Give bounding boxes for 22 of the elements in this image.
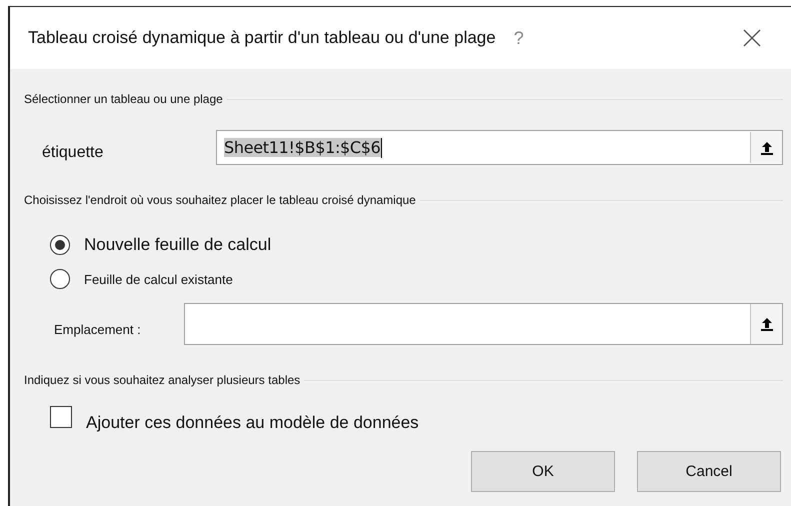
- section-heading: Sélectionner un tableau ou une plage: [24, 92, 223, 106]
- help-button[interactable]: ?: [514, 28, 524, 48]
- collapse-button[interactable]: [750, 132, 782, 163]
- field-label: étiquette: [41, 142, 104, 162]
- field-label: Emplacement :: [53, 322, 142, 339]
- radio-button[interactable]: [50, 235, 70, 255]
- collapse-button[interactable]: [750, 304, 782, 344]
- checkbox-label: Ajouter ces données au modèle de données: [86, 412, 419, 433]
- section-heading: Choisissez l'endroit où vous souhaitez placer le tableau croisé dynamique: [24, 193, 416, 207]
- radio-button[interactable]: [50, 269, 70, 289]
- checkbox[interactable]: [50, 406, 72, 428]
- cancel-button[interactable]: Cancel: [637, 451, 781, 492]
- section-heading: Indiquez si vous souhaitez analyser plusieurs tables: [24, 373, 300, 387]
- ok-button[interactable]: OK: [471, 451, 615, 492]
- upload-arrow-icon: [760, 140, 772, 154]
- location-field[interactable]: [184, 303, 783, 345]
- upload-arrow-icon: [760, 317, 772, 331]
- close-button[interactable]: [743, 29, 761, 47]
- radio-label: Nouvelle feuille de calcul: [84, 235, 272, 255]
- range-field[interactable]: Sheet11!$B$1:$C$6: [216, 130, 783, 165]
- radio-label: Feuille de calcul existante: [84, 272, 233, 286]
- window-title: Tableau croisé dynamique à partir d'un tableau ou d'une plage: [28, 28, 496, 48]
